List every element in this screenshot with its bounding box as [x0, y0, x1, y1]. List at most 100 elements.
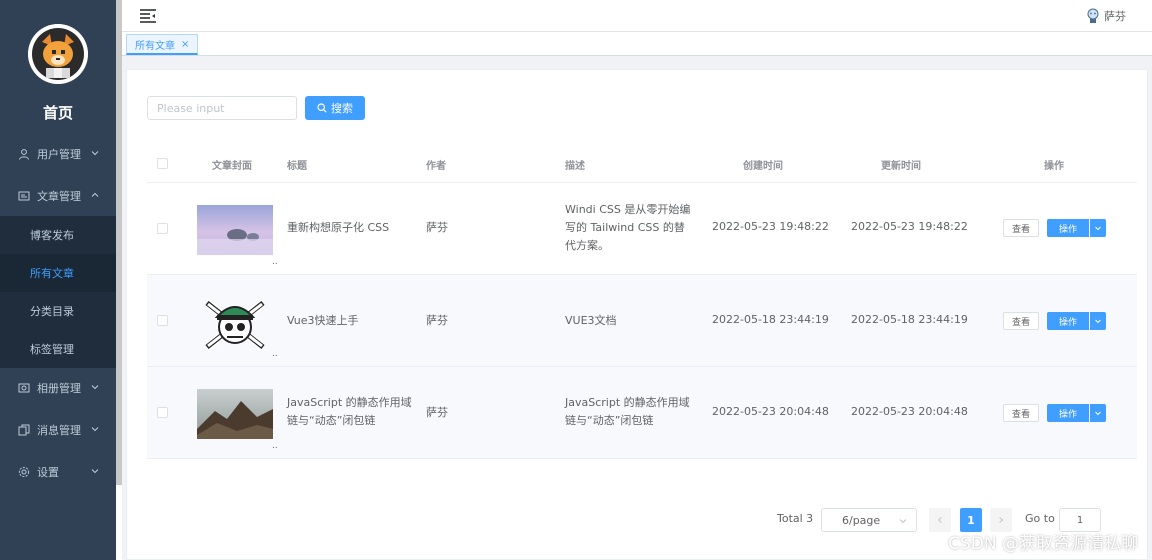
table-row: .. 重新构想原子化 CSS 萨芬 Windi CSS 是从零开始编写的 Tai…: [147, 183, 1137, 275]
article-cover-image: [197, 389, 273, 439]
select-all-checkbox[interactable]: [157, 158, 168, 169]
document-icon: [18, 191, 30, 201]
search-button[interactable]: 搜索: [305, 96, 365, 120]
cover-ellipsis: ..: [272, 349, 278, 359]
sidebar-item-label: 博客发布: [30, 229, 74, 242]
sidebar-item-label: 所有文章: [30, 267, 74, 280]
sidebar-subitem-all-articles[interactable]: 所有文章: [0, 254, 116, 292]
column-header-author: 作者: [426, 160, 446, 172]
table-header: 文章封面 标题 作者 描述 创建时间 更新时间 操作: [147, 145, 1137, 183]
search-input[interactable]: [147, 96, 297, 120]
sidebar-item-label: 分类目录: [30, 305, 74, 318]
article-created-time: 2022-05-23 19:48:22: [712, 220, 829, 233]
sidebar: 首页 用户管理 文章管理 博客发布 所有文章 分类目录 标签管理 相册管理 消息…: [0, 0, 116, 560]
article-title: Vue3快速上手: [287, 314, 359, 327]
chevron-right-icon: [999, 517, 1004, 523]
sidebar-item-users[interactable]: 用户管理: [0, 135, 116, 173]
article-description: Windi CSS 是从零开始编写的 Tailwind CSS 的替代方案。: [565, 203, 691, 252]
chevron-down-icon: [91, 385, 99, 390]
chevron-down-icon: [1095, 319, 1101, 324]
copy-icon: [18, 424, 30, 436]
column-header-actions: 操作: [1044, 160, 1064, 172]
sidebar-item-label: 文章管理: [37, 190, 81, 203]
article-card: 搜索 文章封面 标题 作者 描述 创建时间 更新时间 操作: [126, 69, 1148, 560]
user-menu[interactable]: 萨芬: [1086, 8, 1126, 24]
view-button[interactable]: 查看: [1003, 312, 1039, 330]
column-header-created: 创建时间: [743, 160, 783, 172]
chevron-down-icon: [1095, 226, 1101, 231]
image-icon: [18, 383, 30, 393]
cover-ellipsis: ..: [272, 257, 278, 267]
view-button[interactable]: 查看: [1003, 219, 1039, 237]
sidebar-item-label: 消息管理: [37, 424, 81, 437]
sidebar-item-albums[interactable]: 相册管理: [0, 369, 116, 407]
sidebar-item-label: 标签管理: [30, 343, 74, 356]
chevron-left-icon: [937, 517, 942, 523]
goto-label: Go to: [1025, 512, 1055, 525]
article-description: JavaScript 的静态作用域链与“动态”闭包链: [565, 396, 690, 427]
gear-icon: [18, 466, 30, 478]
column-header-description: 描述: [565, 160, 585, 172]
row-checkbox[interactable]: [157, 223, 168, 234]
brand-title[interactable]: 首页: [0, 102, 116, 123]
menu-fold-icon[interactable]: [140, 9, 156, 23]
article-author: 萨芬: [426, 406, 448, 419]
page-size-value: 6/page: [842, 513, 881, 527]
operation-dropdown-button[interactable]: [1090, 219, 1106, 237]
article-created-time: 2022-05-23 20:04:48: [712, 405, 829, 418]
sidebar-item-label: 设置: [37, 466, 59, 479]
logo: [28, 24, 88, 84]
sidebar-item-articles[interactable]: 文章管理: [0, 177, 116, 215]
article-title: JavaScript 的静态作用域链与“动态”闭包链: [287, 396, 412, 427]
view-button[interactable]: 查看: [1003, 404, 1039, 422]
article-cover-image: [197, 205, 273, 255]
row-checkbox[interactable]: [157, 315, 168, 326]
column-header-cover: 文章封面: [212, 160, 252, 172]
sidebar-item-settings[interactable]: 设置: [0, 453, 116, 491]
avatar: [1087, 8, 1099, 23]
sidebar-subitem-publish[interactable]: 博客发布: [0, 216, 116, 254]
chevron-down-icon: [1095, 411, 1101, 416]
article-created-time: 2022-05-18 23:44:19: [712, 313, 829, 326]
user-icon: [19, 149, 29, 160]
sidebar-subitem-categories[interactable]: 分类目录: [0, 292, 116, 330]
articles-table: 文章封面 标题 作者 描述 创建时间 更新时间 操作 .. 重新构想原子化 CS…: [147, 145, 1137, 459]
cover-ellipsis: ..: [272, 441, 278, 451]
close-icon[interactable]: ×: [181, 39, 189, 50]
pagination-total: Total 3: [777, 512, 814, 525]
article-updated-time: 2022-05-23 19:48:22: [851, 220, 968, 233]
article-author: 萨芬: [426, 314, 448, 327]
article-cover-image: [199, 293, 271, 353]
sidebar-subitem-tags[interactable]: 标签管理: [0, 330, 116, 368]
chevron-down-icon: [91, 151, 99, 156]
column-header-title: 标题: [287, 160, 307, 172]
operation-button[interactable]: 操作: [1047, 312, 1089, 330]
article-title: 重新构想原子化 CSS: [287, 221, 390, 234]
table-row: .. JavaScript 的静态作用域链与“动态”闭包链 萨芬 JavaScr…: [147, 367, 1137, 459]
operation-button[interactable]: 操作: [1047, 404, 1089, 422]
main-content: 搜索 文章封面 标题 作者 描述 创建时间 更新时间 操作: [122, 56, 1152, 560]
tab-all-articles[interactable]: 所有文章 ×: [126, 34, 199, 55]
chevron-down-icon: [91, 427, 99, 432]
sidebar-item-messages[interactable]: 消息管理: [0, 411, 116, 449]
tags-view: 所有文章 ×: [122, 32, 1152, 56]
search-button-label: 搜索: [331, 102, 353, 115]
operation-button[interactable]: 操作: [1047, 219, 1089, 237]
watermark-text: CSDN @获取资源请私聊: [948, 534, 1138, 554]
chevron-up-icon: [91, 192, 99, 197]
chevron-down-icon: [899, 519, 907, 524]
article-updated-time: 2022-05-23 20:04:48: [851, 405, 968, 418]
article-updated-time: 2022-05-18 23:44:19: [851, 313, 968, 326]
operation-dropdown-button[interactable]: [1090, 312, 1106, 330]
user-name: 萨芬: [1104, 10, 1126, 23]
page-size-select[interactable]: 6/page: [821, 508, 917, 532]
row-checkbox[interactable]: [157, 407, 168, 418]
column-header-updated: 更新时间: [881, 160, 921, 172]
top-header: 萨芬: [122, 0, 1152, 32]
search-icon: [317, 103, 327, 113]
article-author: 萨芬: [426, 221, 448, 234]
article-description: VUE3文档: [565, 314, 617, 327]
operation-dropdown-button[interactable]: [1090, 404, 1106, 422]
sidebar-item-label: 相册管理: [37, 382, 81, 395]
chevron-down-icon: [91, 469, 99, 474]
